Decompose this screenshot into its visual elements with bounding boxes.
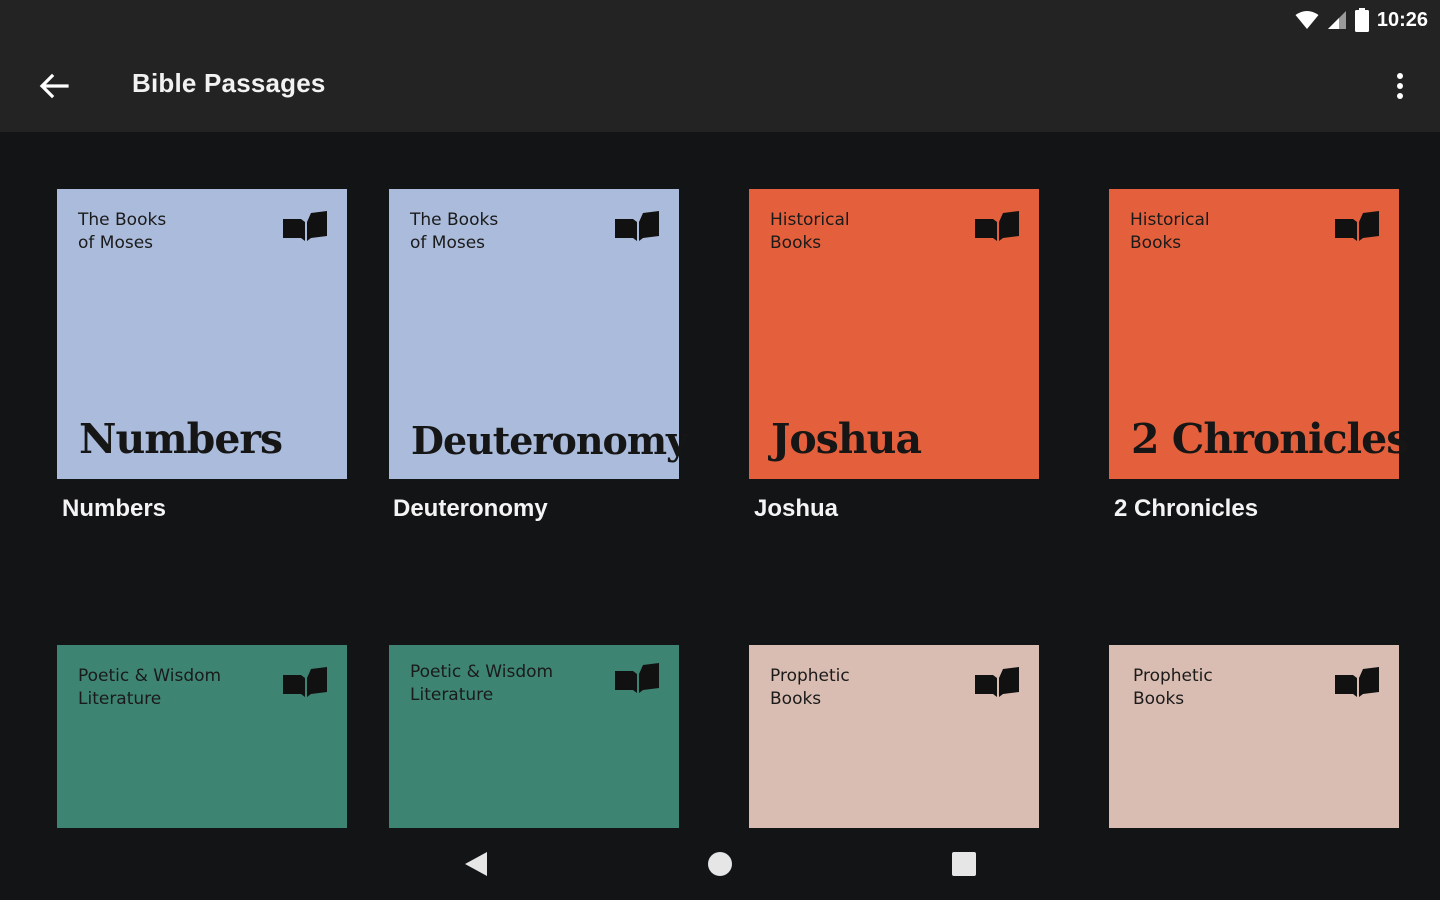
overflow-menu-button[interactable] — [1386, 62, 1414, 110]
cover-title: 2 Chronicles — [1131, 415, 1409, 463]
nav-home-icon — [708, 852, 732, 876]
cover-title: Deuteronomy — [411, 418, 688, 463]
app-bar: Bible Passages — [0, 40, 1440, 132]
nav-recents-button[interactable] — [936, 840, 992, 888]
nav-back-button[interactable] — [448, 840, 504, 888]
cover-title: Joshua — [771, 415, 922, 463]
book-caption-joshua[interactable]: Joshua — [754, 495, 838, 523]
book-card-2-chronicles[interactable]: Historical Books 2 Chronicles — [1109, 189, 1409, 479]
book-icon — [615, 663, 659, 693]
book-icon — [615, 211, 659, 241]
status-bar: 10:26 — [0, 0, 1440, 40]
category-label: Historical Books — [1130, 210, 1210, 253]
book-icon — [1335, 211, 1379, 241]
book-card-prophetic-1[interactable]: Prophetic Books — [749, 645, 1039, 828]
nav-home-button[interactable] — [692, 840, 748, 888]
book-card-poetic-2[interactable]: Poetic & Wisdom Literature — [389, 645, 679, 828]
status-time: 10:26 — [1376, 8, 1428, 31]
book-icon — [975, 211, 1019, 241]
book-icon — [283, 211, 327, 241]
book-icon — [1335, 667, 1379, 697]
signal-icon — [1327, 11, 1346, 29]
category-label: Poetic & Wisdom Literature — [78, 666, 222, 709]
cover-title: Numbers — [79, 415, 283, 463]
book-caption-numbers[interactable]: Numbers — [62, 495, 166, 523]
more-vert-icon — [1397, 73, 1403, 99]
category-label: Poetic & Wisdom Literature — [410, 662, 554, 705]
battery-icon — [1354, 8, 1369, 32]
nav-back-icon — [465, 852, 487, 876]
book-icon — [975, 667, 1019, 697]
book-grid: The Books of Moses Numbers Numbers The B… — [0, 132, 1440, 828]
book-card-prophetic-2[interactable]: Prophetic Books — [1109, 645, 1399, 828]
book-card-poetic-1[interactable]: Poetic & Wisdom Literature — [57, 645, 347, 828]
book-icon — [283, 667, 327, 697]
system-nav-bar — [0, 828, 1440, 900]
nav-recents-icon — [952, 852, 976, 876]
back-button[interactable] — [28, 62, 80, 110]
category-label: The Books of Moses — [410, 210, 499, 253]
book-card-joshua[interactable]: Historical Books Joshua — [749, 189, 1039, 479]
status-icons: 10:26 — [1295, 6, 1428, 34]
category-label: The Books of Moses — [78, 210, 167, 253]
wifi-icon — [1295, 11, 1319, 29]
page-title: Bible Passages — [132, 68, 326, 98]
book-caption-2-chronicles[interactable]: 2 Chronicles — [1114, 495, 1258, 523]
category-label: Prophetic Books — [770, 666, 850, 709]
category-label: Historical Books — [770, 210, 850, 253]
category-label: Prophetic Books — [1133, 666, 1213, 709]
book-caption-deuteronomy[interactable]: Deuteronomy — [393, 495, 548, 523]
book-card-deuteronomy[interactable]: The Books of Moses Deuteronomy — [389, 189, 688, 479]
arrow-back-icon — [39, 73, 69, 99]
book-card-numbers[interactable]: The Books of Moses Numbers — [57, 189, 347, 479]
